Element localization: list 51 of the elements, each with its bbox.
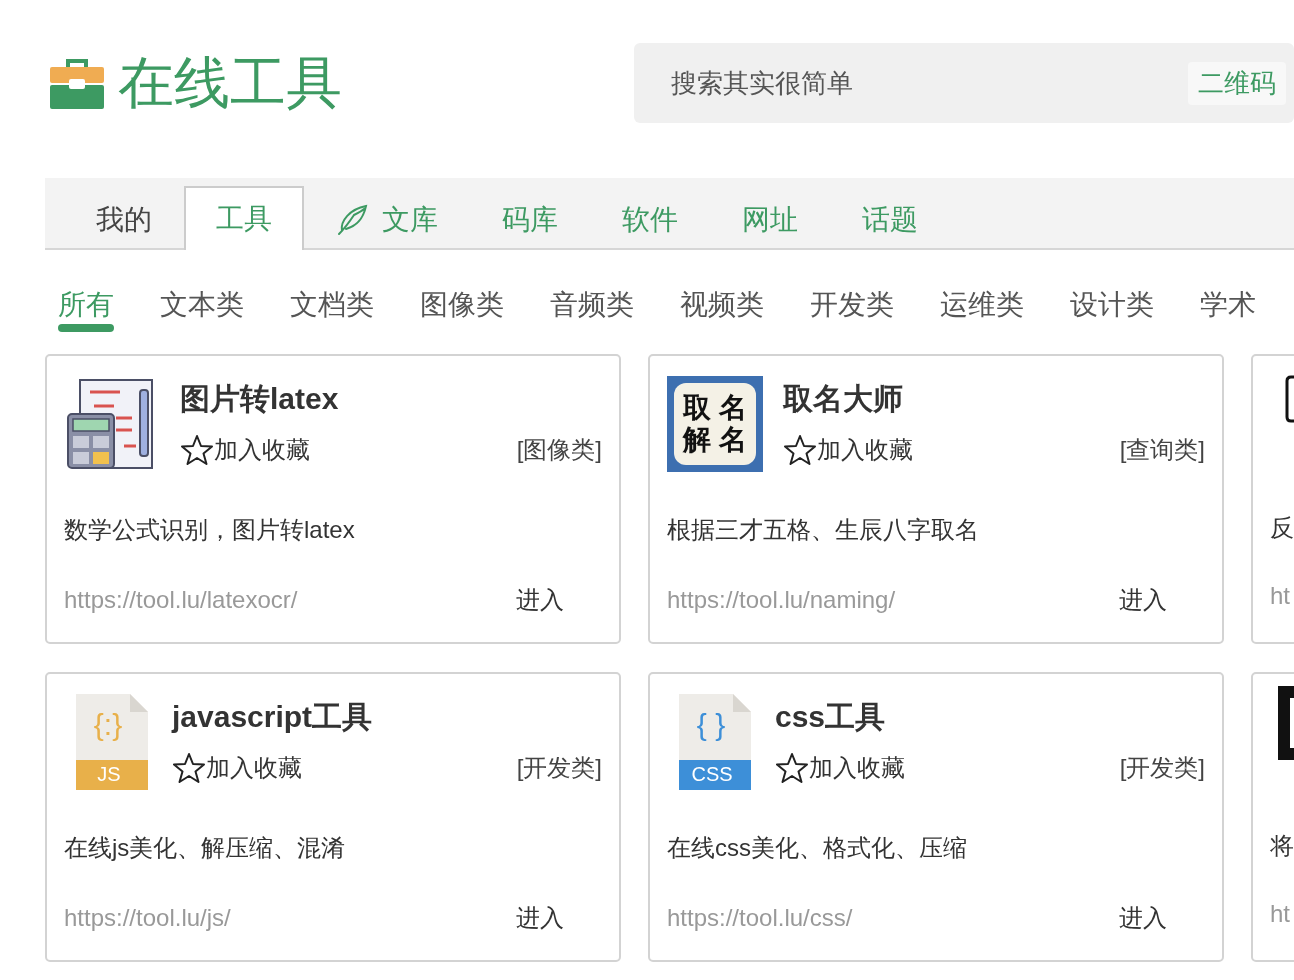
category-tab[interactable]: 音频类 (550, 278, 634, 332)
frame-icon (1285, 375, 1294, 423)
feather-icon (336, 203, 370, 237)
favorite-button[interactable]: 加入收藏 (180, 434, 310, 466)
category-tab[interactable]: 运维类 (940, 278, 1024, 332)
tool-title: 图片转latex (180, 384, 340, 414)
nav-tab[interactable]: 我的 (64, 188, 184, 250)
site-title: 在线工具 (118, 55, 342, 111)
tool-url: https://tool.lu/js/ (64, 904, 231, 932)
star-icon (172, 752, 206, 784)
category-tag: [开发类] (516, 752, 602, 784)
star-icon (180, 434, 214, 466)
icon-text: 解名 (681, 424, 755, 457)
tool-description: 数学公式识别，图片转latex (64, 515, 356, 545)
tool-description: 反 (1270, 513, 1294, 543)
category-tab[interactable]: 视频类 (680, 278, 764, 332)
category-tab[interactable]: 文本类 (160, 278, 244, 332)
tool-description: 将 (1270, 831, 1294, 861)
tool-url: https://tool.lu/latexocr/ (64, 586, 298, 614)
favorite-button[interactable]: 加入收藏 (783, 434, 913, 466)
category-tag: [图像类] (516, 434, 602, 466)
favorite-button[interactable]: 加入收藏 (172, 752, 302, 784)
category-tab[interactable]: 文档类 (290, 278, 374, 332)
tool-url: ht (1270, 900, 1290, 928)
star-icon (775, 752, 809, 784)
category-tab[interactable]: 图像类 (420, 278, 504, 332)
category-tab[interactable]: 所有 (58, 278, 114, 332)
tool-title: css工具 (775, 702, 887, 732)
icon-text: 取名 (681, 391, 755, 424)
category-tab[interactable]: 学术 (1200, 278, 1256, 332)
tool-description: 根据三才五格、生辰八字取名 (667, 515, 980, 545)
category-tab[interactable]: 开发类 (810, 278, 894, 332)
tool-url: ht (1270, 582, 1290, 610)
tool-url: https://tool.lu/css/ (667, 904, 853, 932)
tool-description: 在线css美化、格式化、压缩 (667, 833, 968, 863)
tool-description: 在线js美化、解压缩、混淆 (64, 833, 347, 863)
category-tag: [查询类] (1119, 434, 1205, 466)
favorite-button[interactable]: 加入收藏 (775, 752, 905, 784)
category-tab[interactable]: 设计类 (1070, 278, 1154, 332)
nav-tab[interactable]: 工具 (184, 186, 304, 250)
tool-url: https://tool.lu/naming/ (667, 586, 896, 614)
category-tag: [开发类] (1119, 752, 1205, 784)
enter-link[interactable]: 进入 (1119, 584, 1167, 616)
logo-icon (1278, 686, 1294, 760)
briefcase-icon (50, 57, 104, 109)
enter-link[interactable]: 进入 (1119, 902, 1167, 934)
star-icon (783, 434, 817, 466)
tool-title: javascript工具 (172, 702, 374, 732)
enter-link[interactable]: 进入 (516, 902, 564, 934)
tool-title: 取名大师 (783, 384, 904, 414)
enter-link[interactable]: 进入 (516, 584, 564, 616)
